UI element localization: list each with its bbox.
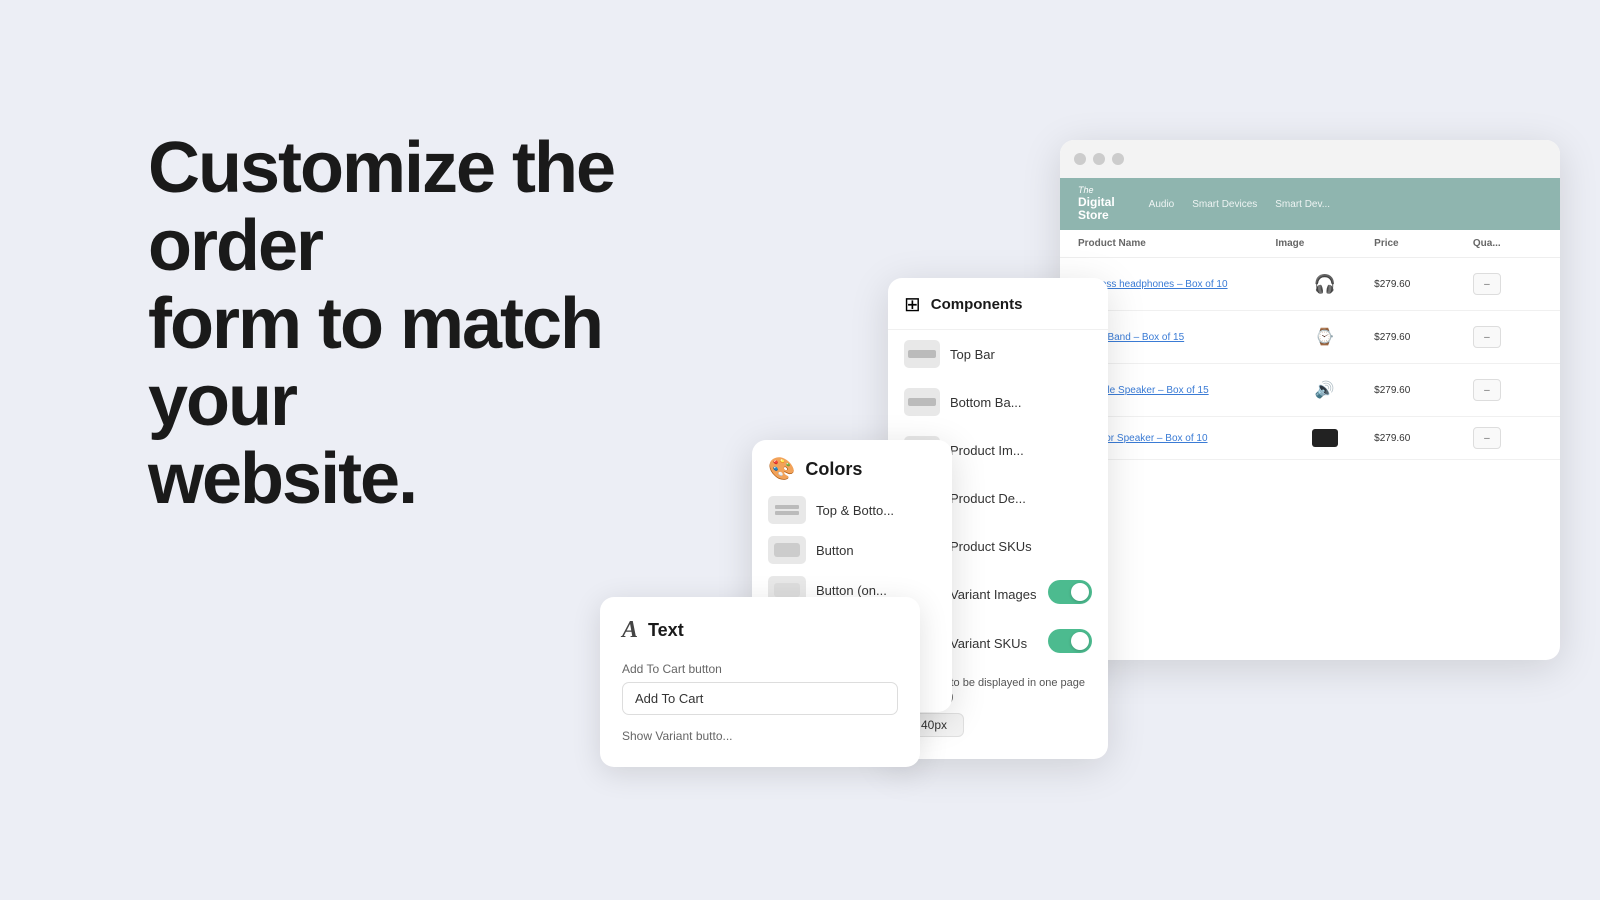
browser-titlebar [1060,140,1560,178]
add-to-cart-label: Add To Cart button [622,662,898,676]
product-qty-2[interactable]: – [1473,326,1501,348]
variant-skus-label: Variant SKUs [950,636,1027,651]
table-row: Portable Speaker – Box of 15 🔊 $279.60 – [1060,364,1560,417]
browser-window: The Digital Store Audio Smart Devices Sm… [1060,140,1560,660]
variant-images-toggle[interactable] [1048,580,1092,609]
product-price-1: $279.60 [1374,279,1473,290]
bottom-bar-icon [904,388,940,416]
product-qty-3[interactable]: – [1473,379,1501,401]
panel-item-bottom-bar[interactable]: Bottom Ba... [888,378,1108,426]
col-price: Price [1374,238,1473,249]
browser-dot-3 [1112,153,1124,165]
add-to-cart-field-group: Add To Cart button [622,662,898,729]
product-img-placeholder-3: 🔊 [1309,374,1341,406]
browser-content: The Digital Store Audio Smart Devices Sm… [1060,178,1560,660]
components-icon: ⊞ [904,292,921,317]
product-price-2: $279.60 [1374,332,1473,343]
color-option-top-bottom[interactable]: Top & Botto... [768,496,936,524]
product-description-label: Product De... [950,491,1026,506]
bottom-bar-label: Bottom Ba... [950,395,1022,410]
colors-panel-header: 🎨 Colors [768,456,936,482]
logo-store: Store [1078,209,1115,222]
product-price-4: $279.60 [1374,433,1473,444]
show-variant-label: Show Variant butto... [622,729,898,743]
product-image-4 [1275,429,1374,447]
colors-title-text: Colors [805,459,862,480]
top-bottom-color-label: Top & Botto... [816,503,894,518]
product-price-3: $279.60 [1374,385,1473,396]
nav-audio[interactable]: Audio [1149,199,1175,210]
col-image: Image [1275,238,1374,249]
hero-section: Customize the order form to match your w… [148,130,728,519]
button-on-color-label: Button (on... [816,583,887,598]
col-product-name: Product Name [1078,238,1275,249]
product-image-3: 🔊 [1275,374,1374,406]
button-color-label: Button [816,543,854,558]
colors-palette-icon: 🎨 [768,456,795,482]
product-qty-1[interactable]: – [1473,273,1501,295]
nav-smart-dev[interactable]: Smart Dev... [1275,199,1330,210]
store-logo: The Digital Store [1078,186,1115,222]
hero-heading: Customize the order form to match your w… [148,130,728,519]
components-title-text: Components [931,296,1023,313]
text-panel: A Text Add To Cart button Show Variant b… [600,597,920,767]
components-panel-title: ⊞ Components [888,292,1108,330]
text-panel-icon: A [622,617,638,644]
product-skus-label: Product SKUs [950,539,1032,554]
store-topbar: The Digital Store Audio Smart Devices Sm… [1060,178,1560,230]
table-row: Smart Band – Box of 15 ⌚ $279.60 – [1060,311,1560,364]
store-nav: Audio Smart Devices Smart Dev... [1149,199,1330,210]
color-option-button[interactable]: Button [768,536,936,564]
panel-item-top-bar[interactable]: Top Bar [888,330,1108,378]
product-img-placeholder-2: ⌚ [1309,321,1341,353]
top-bar-label: Top Bar [950,347,995,362]
add-to-cart-input[interactable] [622,682,898,715]
product-image-1: 🎧 [1275,268,1374,300]
nav-smart-devices[interactable]: Smart Devices [1192,199,1257,210]
top-bar-icon [904,340,940,368]
col-qty: Qua... [1473,238,1542,249]
table-row: Wireless headphones – Box of 10 🎧 $279.6… [1060,258,1560,311]
browser-dot-1 [1074,153,1086,165]
product-image-label: Product Im... [950,443,1024,458]
browser-dot-2 [1093,153,1105,165]
product-img-placeholder-1: 🎧 [1309,268,1341,300]
table-row: Outdoor Speaker – Box of 10 $279.60 – [1060,417,1560,460]
table-header: Product Name Image Price Qua... [1060,230,1560,258]
product-qty-4[interactable]: – [1473,427,1501,449]
text-panel-title: A Text [622,617,898,644]
product-table: Product Name Image Price Qua... Wireless… [1060,230,1560,660]
text-panel-title-text: Text [648,620,684,641]
logo-digital: Digital [1078,196,1115,209]
show-variant-field-group: Show Variant butto... [622,729,898,743]
variant-skus-toggle[interactable] [1048,629,1092,658]
top-bottom-color-icon [768,496,806,524]
product-image-2: ⌚ [1275,321,1374,353]
button-color-icon [768,536,806,564]
color-swatch [1312,429,1338,447]
variant-images-label: Variant Images [950,587,1036,602]
